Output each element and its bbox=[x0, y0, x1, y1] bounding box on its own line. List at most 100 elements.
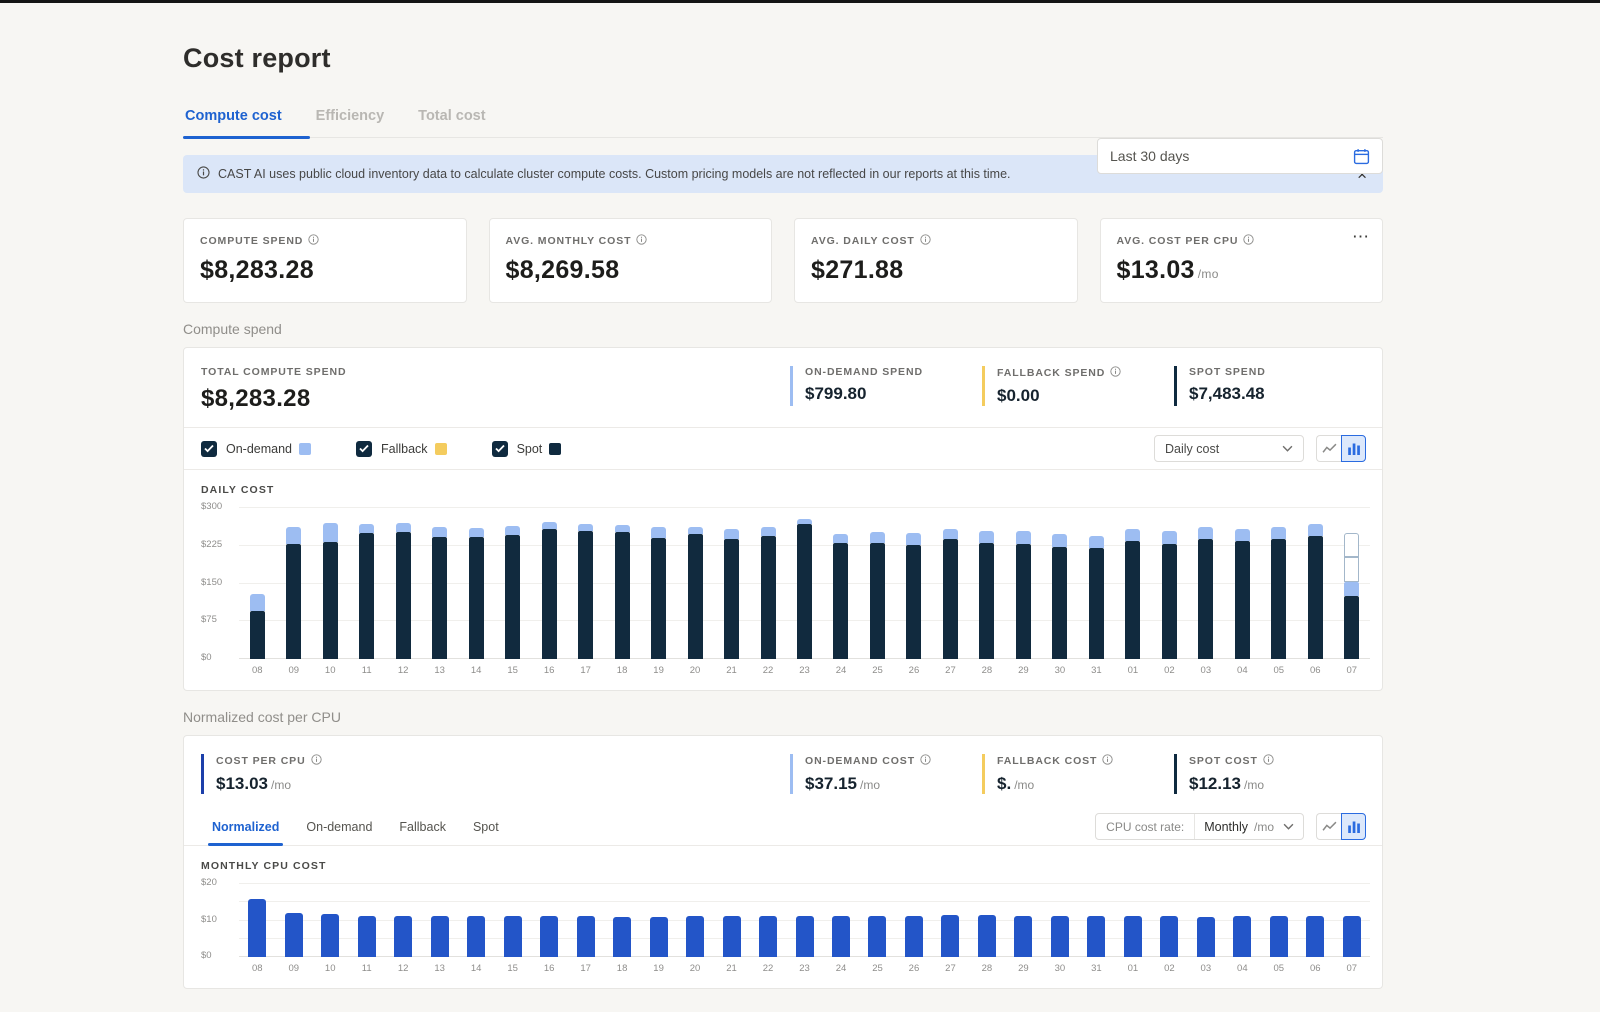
cpu-cost-tabs: Normalized On-demand Fallback Spot bbox=[207, 808, 526, 846]
bar-segment bbox=[394, 916, 413, 957]
x-tick-label: 13 bbox=[434, 665, 445, 676]
cpu-cost-rate-value: Monthly bbox=[1204, 819, 1248, 834]
stat-value: $0.00 bbox=[997, 386, 1040, 405]
legend-checkbox-fallback[interactable]: Fallback bbox=[356, 440, 447, 457]
stat-value: $799.80 bbox=[805, 384, 867, 403]
info-icon[interactable] bbox=[310, 754, 322, 768]
info-icon bbox=[197, 166, 210, 182]
legend-swatch bbox=[434, 442, 447, 455]
cpu-tab-normalized[interactable]: Normalized bbox=[207, 808, 284, 846]
info-icon[interactable] bbox=[1110, 366, 1121, 380]
x-tick-label: 17 bbox=[580, 665, 591, 676]
x-tick-label: 12 bbox=[397, 665, 409, 676]
bar-19 bbox=[640, 508, 676, 659]
info-icon[interactable] bbox=[1263, 754, 1274, 768]
checkbox-icon bbox=[491, 440, 508, 457]
projected-segment bbox=[1344, 556, 1360, 583]
bar-segment bbox=[1125, 541, 1141, 659]
stat-card-label: COMPUTE SPEND bbox=[200, 234, 450, 248]
bar-segment bbox=[578, 524, 594, 532]
bar-segment bbox=[286, 544, 302, 659]
bar-05 bbox=[1261, 508, 1297, 659]
more-menu-icon[interactable]: ⋯ bbox=[1352, 227, 1370, 247]
y-tick-label: $10 bbox=[201, 913, 217, 925]
legend-checkbox-spot[interactable]: Spot bbox=[491, 440, 562, 457]
date-range-select[interactable]: Last 30 days bbox=[1097, 138, 1383, 174]
info-icon[interactable] bbox=[920, 754, 931, 768]
cpu-tab-spot[interactable]: Spot bbox=[473, 808, 499, 845]
daily-cost-title: DAILY COST bbox=[201, 484, 275, 496]
bar-02 bbox=[1151, 884, 1187, 957]
page-title: Cost report bbox=[183, 43, 331, 73]
bar-segment bbox=[1125, 529, 1141, 542]
cpu-tab-on-demand[interactable]: On-demand bbox=[306, 808, 372, 845]
info-icon[interactable] bbox=[1102, 754, 1114, 768]
legend-checkbox-on-demand[interactable]: On-demand bbox=[201, 440, 312, 457]
y-tick-label: $75 bbox=[201, 614, 217, 626]
stat-label: FALLBACK COST bbox=[997, 754, 1174, 768]
bar-chart-toggle[interactable] bbox=[1341, 435, 1366, 462]
tab-compute-cost[interactable]: Compute cost bbox=[183, 98, 310, 139]
main-tabs: Compute cost Efficiency Total cost bbox=[183, 98, 1383, 139]
cpu-cost-rate-select[interactable]: Monthly /mo bbox=[1195, 820, 1303, 834]
bar-18 bbox=[604, 884, 640, 957]
info-icon[interactable] bbox=[1243, 234, 1255, 248]
cpu-tab-fallback[interactable]: Fallback bbox=[399, 808, 446, 845]
bar-segment bbox=[833, 534, 849, 544]
bar-segment bbox=[1234, 541, 1250, 659]
bar-14 bbox=[458, 884, 494, 957]
x-tick-label: 14 bbox=[470, 963, 482, 974]
bar-segment bbox=[432, 536, 448, 659]
bar-segment bbox=[1233, 916, 1252, 957]
x-tick-label: 23 bbox=[799, 665, 810, 676]
line-chart-toggle[interactable] bbox=[1316, 435, 1341, 462]
bar-12 bbox=[385, 508, 421, 659]
bar-segment bbox=[503, 915, 522, 957]
tab-efficiency[interactable]: Efficiency bbox=[314, 98, 387, 137]
bar-30 bbox=[1042, 508, 1078, 659]
bar-segment bbox=[432, 527, 448, 537]
info-icon[interactable] bbox=[920, 234, 931, 248]
x-tick-label: 06 bbox=[1310, 963, 1321, 974]
bar-22 bbox=[750, 508, 786, 659]
x-tick-label: 23 bbox=[799, 963, 810, 974]
bar-segment bbox=[724, 539, 740, 659]
bar-segment bbox=[541, 522, 557, 530]
cpu-cost-rate-label: CPU cost rate: bbox=[1096, 814, 1196, 839]
banner-text: CAST AI uses public cloud inventory data… bbox=[218, 167, 1011, 181]
info-icon[interactable] bbox=[636, 234, 648, 248]
bar-27 bbox=[932, 508, 968, 659]
cpu-cost-rate-control: CPU cost rate: Monthly /mo bbox=[1095, 813, 1304, 840]
bar-segment bbox=[1344, 582, 1360, 597]
x-tick-label: 31 bbox=[1091, 963, 1102, 974]
x-tick-label: 24 bbox=[835, 665, 847, 676]
bar-15 bbox=[494, 508, 530, 659]
page-content: Cost report Compute cost Efficiency Total … bbox=[183, 43, 1383, 989]
bar-24 bbox=[823, 884, 859, 957]
daily-cost-plot bbox=[239, 507, 1370, 659]
bar-segment bbox=[1271, 538, 1287, 659]
bar-segment bbox=[1306, 916, 1325, 957]
total-compute-spend-label: TOTAL COMPUTE SPEND bbox=[201, 366, 347, 378]
bar-segment bbox=[540, 916, 559, 957]
daily-cost-chart: DAILY COST $0 $75 $150 $225 $300 08 09 10 11 12 13 1… bbox=[184, 470, 1382, 690]
chevron-down-icon bbox=[1283, 823, 1294, 830]
bar-segment bbox=[1052, 534, 1068, 548]
bar-26 bbox=[896, 508, 932, 659]
bar-chart-toggle[interactable] bbox=[1341, 813, 1366, 840]
x-tick-label: 22 bbox=[762, 665, 774, 676]
bar-24 bbox=[823, 508, 859, 659]
tab-total-cost[interactable]: Total cost bbox=[416, 98, 487, 137]
bar-segment bbox=[1088, 535, 1104, 548]
bar-segment bbox=[430, 916, 449, 957]
bar-03 bbox=[1188, 508, 1224, 659]
bar-segment bbox=[833, 543, 849, 659]
legend-label: Fallback bbox=[381, 441, 428, 456]
bar-14 bbox=[458, 508, 494, 659]
y-tick-label: $150 bbox=[201, 576, 223, 588]
chart-view-select[interactable]: Daily cost bbox=[1154, 435, 1304, 462]
line-chart-toggle[interactable] bbox=[1316, 813, 1341, 840]
info-icon[interactable] bbox=[308, 234, 319, 248]
bar-28 bbox=[969, 884, 1005, 957]
bar-segment bbox=[941, 915, 960, 957]
